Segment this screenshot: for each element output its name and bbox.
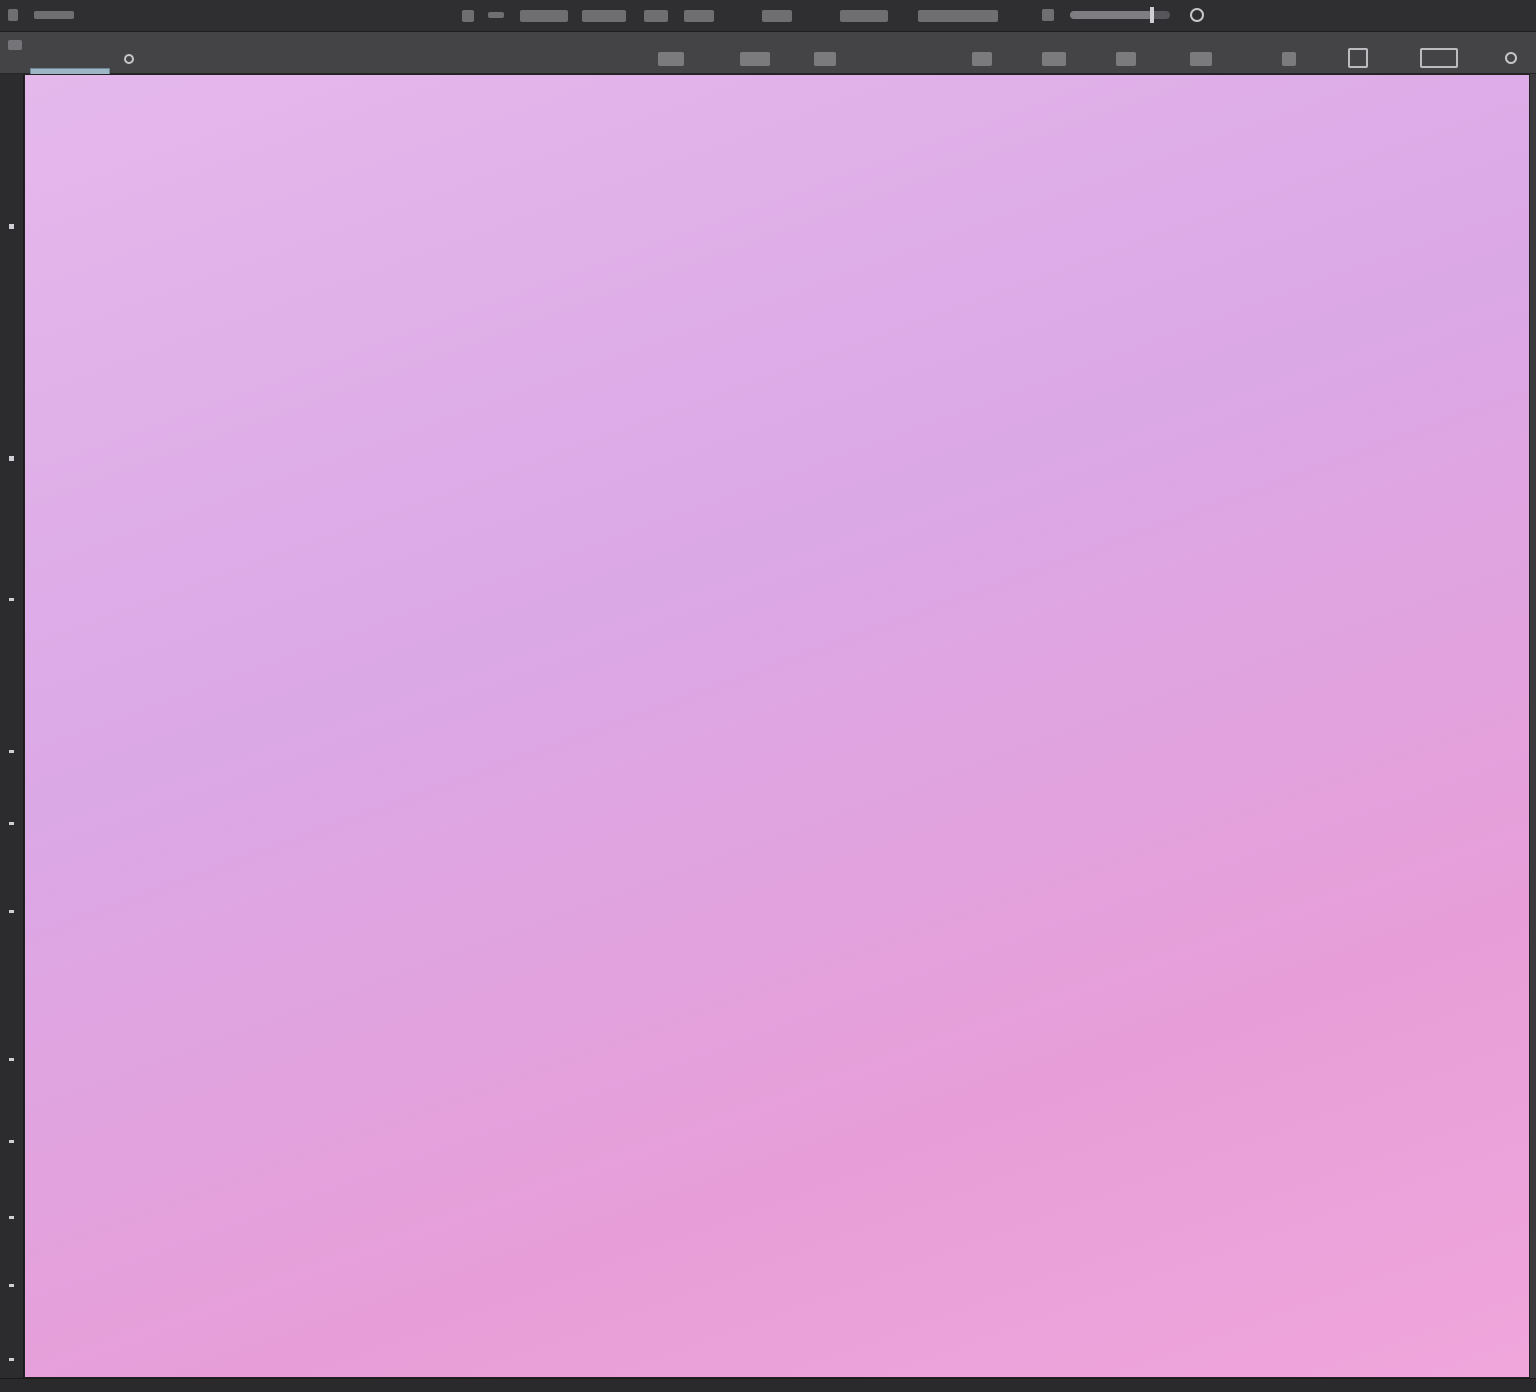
brush-icon[interactable] — [1042, 9, 1054, 21]
menu-item[interactable] — [520, 10, 568, 22]
opacity-slider-knob[interactable] — [1150, 7, 1154, 23]
ruler-tick — [9, 1140, 14, 1143]
tool-button[interactable] — [658, 52, 684, 66]
menu-item[interactable] — [762, 10, 792, 22]
ruler-tick — [9, 822, 14, 825]
canvas-area[interactable] — [24, 74, 1530, 1378]
ruler-tick — [9, 1216, 14, 1219]
menu-item[interactable] — [462, 10, 474, 22]
ruler-tick — [9, 224, 14, 229]
menu-item[interactable] — [488, 12, 504, 18]
tool-button[interactable] — [1190, 52, 1212, 66]
ruler-tick — [9, 1058, 14, 1061]
ruler-tick — [9, 750, 14, 753]
status-bar — [0, 1378, 1536, 1392]
app-menu-button[interactable] — [8, 9, 18, 21]
menu-item[interactable] — [684, 10, 714, 22]
ruler-tick — [9, 598, 14, 601]
tool-button[interactable] — [1042, 52, 1066, 66]
ruler-tick — [9, 910, 14, 913]
opacity-slider-icon[interactable] — [1070, 7, 1170, 23]
ruler-tick — [9, 1284, 14, 1287]
tool-button[interactable] — [740, 52, 770, 66]
tool-button[interactable] — [972, 52, 992, 66]
panel-toggle-button[interactable] — [8, 40, 22, 50]
ruler-tick — [9, 1358, 14, 1361]
layer-toggle-icon[interactable] — [1116, 52, 1136, 66]
ruler-tick — [9, 456, 14, 461]
close-circle-icon[interactable] — [1505, 52, 1517, 64]
menu-item[interactable] — [918, 10, 998, 22]
menu-item[interactable] — [582, 10, 626, 22]
tool-button[interactable] — [814, 52, 836, 66]
menu-item[interactable] — [644, 10, 668, 22]
drop-icon[interactable] — [1190, 8, 1204, 22]
top-menu-bar — [0, 0, 1536, 32]
menu-item[interactable] — [840, 10, 888, 22]
opacity-slider-fill — [1070, 11, 1152, 19]
cycle-icon[interactable] — [124, 54, 134, 64]
tool-button[interactable] — [1282, 52, 1296, 66]
left-ruler — [0, 74, 24, 1378]
frame-icon[interactable] — [1420, 48, 1458, 68]
frame-icon[interactable] — [1348, 48, 1368, 68]
menu-item[interactable] — [34, 11, 74, 19]
